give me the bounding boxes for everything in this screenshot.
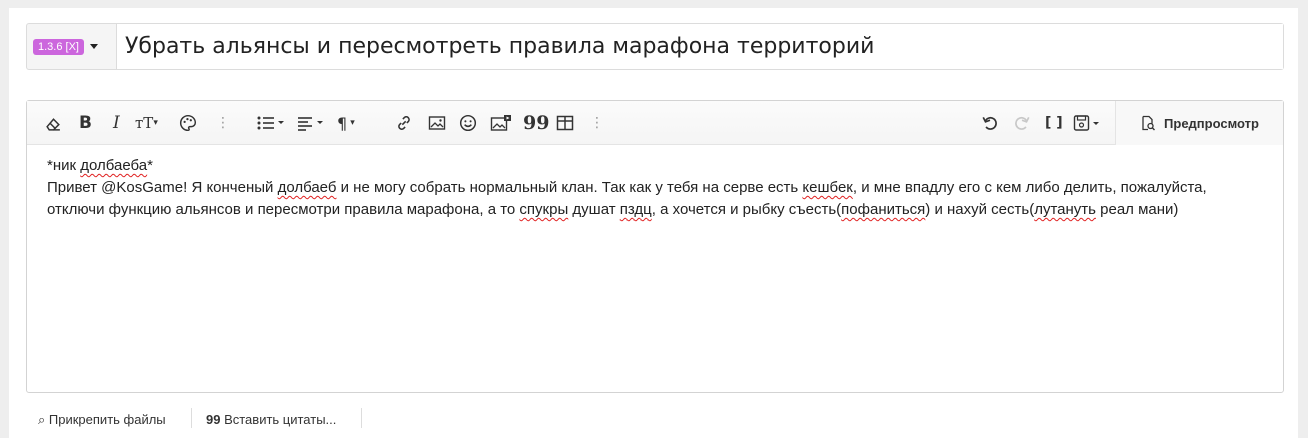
attach-files-button[interactable]: ⌕ Прикрепить файлы	[38, 412, 188, 428]
drafts-icon[interactable]	[1073, 112, 1101, 134]
chevron-down-icon	[89, 44, 98, 49]
more-icon[interactable]: ⋮	[590, 115, 604, 131]
misspelled-word: долбаеба	[80, 157, 148, 174]
quote-icon: 99	[206, 412, 225, 427]
text-run: душат	[568, 201, 620, 218]
text-run: и не могу собрать нормальный клан. Так к…	[336, 179, 803, 196]
redo-icon[interactable]	[1013, 112, 1031, 134]
align-icon[interactable]	[297, 112, 325, 134]
bbcode-icon[interactable]: [ ]	[1045, 112, 1063, 134]
eraser-icon[interactable]	[45, 112, 62, 134]
misspelled-word: долбаеб	[277, 179, 337, 196]
text-size-icon[interactable]: тT ▾	[135, 112, 158, 134]
italic-icon[interactable]: I	[113, 112, 120, 134]
thread-title-input[interactable]	[117, 24, 1283, 69]
misspelled-word: кешбек	[802, 179, 853, 196]
preview-label: Предпросмотр	[1164, 115, 1259, 131]
text-run: реал мани)	[1095, 201, 1179, 218]
divider	[361, 408, 362, 428]
image-icon[interactable]	[428, 112, 446, 134]
editor-bottom-bar: ⌕ Прикрепить файлы 99 Вставить цитаты...	[26, 408, 366, 428]
palette-icon[interactable]	[179, 112, 197, 134]
undo-icon[interactable]	[981, 112, 999, 134]
table-icon[interactable]	[556, 112, 574, 134]
preview-button[interactable]: Предпросмотр	[1115, 101, 1283, 145]
link-icon[interactable]	[395, 112, 413, 134]
insert-quotes-button[interactable]: 99 Вставить цитаты...	[206, 412, 356, 427]
misspelled-word: пздц	[619, 201, 652, 218]
text-run: , а хочется и рыбку съесть(	[651, 201, 842, 218]
insert-quotes-label: Вставить цитаты...	[224, 412, 337, 427]
message-body[interactable]: *ник долбаеба* Привет @KosGame! Я кончен…	[27, 145, 1283, 231]
divider	[191, 408, 192, 428]
more-icon[interactable]: ⋮	[216, 115, 230, 131]
misspelled-word: пофаниться	[841, 201, 926, 218]
prefix-selector[interactable]: 1.3.6 [X]	[27, 24, 117, 69]
message-editor: B I тT ▾ ⋮ ¶ ▾ 99 ⋮ [] Предпросмотр *ни…	[26, 100, 1284, 393]
message-paragraph: Привет @KosGame! Я конченый долбаеб и не…	[47, 177, 1263, 221]
prefix-badge: 1.3.6 [X]	[33, 38, 84, 55]
editor-toolbar: B I тT ▾ ⋮ ¶ ▾ 99 ⋮ [] Предпросмотр	[27, 101, 1283, 145]
misspelled-word: лутануть	[1034, 201, 1096, 218]
media-icon[interactable]	[490, 112, 512, 134]
text-run: Привет @KosGame! Я конченый	[47, 179, 278, 196]
thread-title-row: 1.3.6 [X]	[26, 23, 1284, 70]
quote-icon[interactable]: 99	[523, 112, 549, 134]
attach-files-label: Прикрепить файлы	[48, 412, 166, 427]
message-line-nick: *ник долбаеба*	[47, 157, 153, 174]
bold-icon[interactable]: B	[79, 112, 92, 134]
smiley-icon[interactable]	[459, 112, 477, 134]
text-run: ) и нахуй сесть(	[925, 201, 1035, 218]
paperclip-icon: ⌕	[38, 412, 49, 427]
preview-icon	[1142, 115, 1156, 131]
paragraph-icon[interactable]: ¶ ▾	[337, 112, 355, 134]
misspelled-word: спукры	[519, 201, 569, 218]
list-icon[interactable]	[257, 112, 285, 134]
